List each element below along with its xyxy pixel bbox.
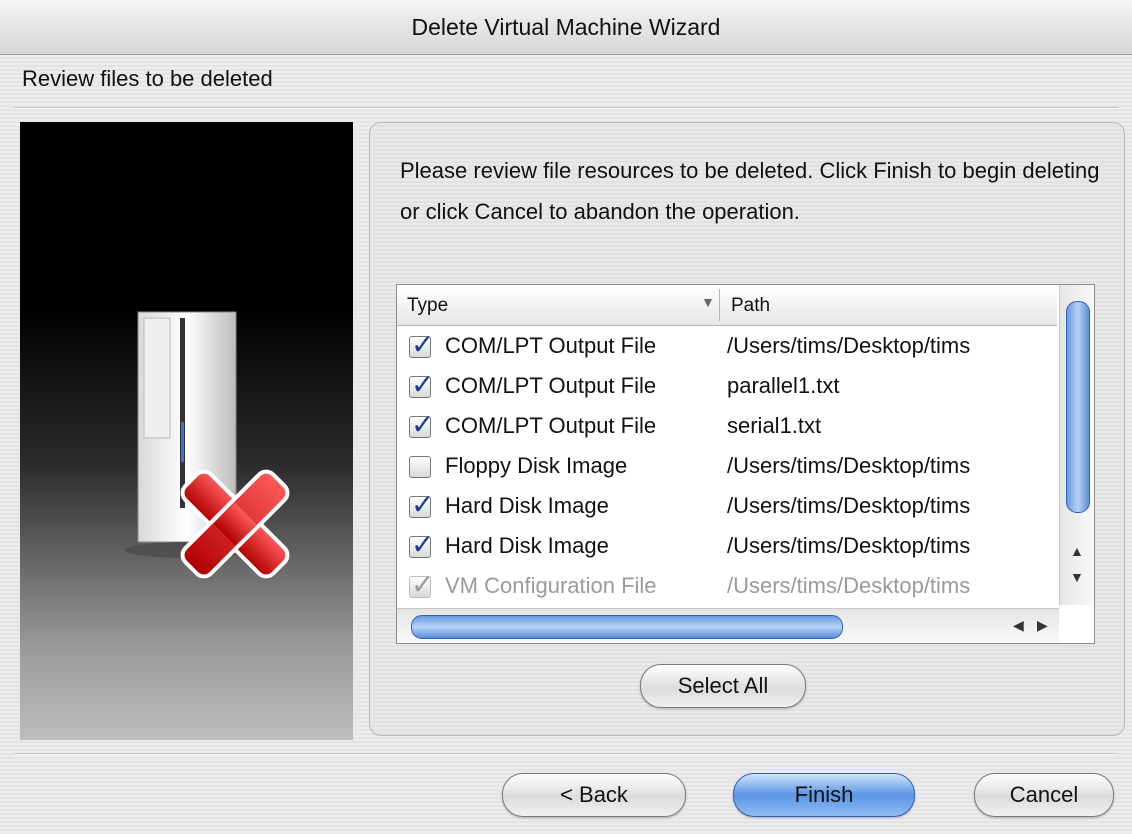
checkmark-icon: ✓ [411, 569, 435, 600]
row-type: Floppy Disk Image [445, 453, 628, 478]
checkmark-icon: ✓ [411, 529, 435, 560]
table-row[interactable]: ✓ COM/LPT Output File /Users/tims/Deskto… [397, 327, 1057, 367]
column-divider [719, 289, 720, 321]
table-header: Type ▼ Path [397, 285, 1057, 326]
table-rows: ✓ COM/LPT Output File /Users/tims/Deskto… [397, 327, 1057, 611]
row-type: Hard Disk Image [445, 493, 609, 518]
select-all-button[interactable]: Select All [640, 664, 806, 708]
row-path: /Users/tims/Desktop/tims [727, 533, 971, 558]
scroll-down-arrow-icon[interactable]: ▼ [1070, 569, 1084, 585]
instructions-text: Please review file resources to be delet… [400, 158, 1100, 224]
row-type: VM Configuration File [445, 573, 657, 598]
row-type: COM/LPT Output File [445, 373, 657, 398]
row-path: /Users/tims/Desktop/tims [727, 573, 971, 598]
scroll-up-arrow-icon[interactable]: ▲ [1070, 543, 1084, 559]
row-type: COM/LPT Output File [445, 333, 657, 358]
vertical-scrollbar[interactable]: ▲ ▼ [1059, 285, 1094, 605]
row-checkbox[interactable]: ✓ [409, 409, 434, 440]
row-path: serial1.txt [727, 413, 822, 438]
checkmark-icon: ✓ [411, 409, 435, 440]
table-row[interactable]: ✓ COM/LPT Output File parallel1.txt [397, 367, 1057, 407]
checkmark-icon: ✓ [411, 329, 435, 360]
row-path: parallel1.txt [727, 373, 840, 398]
table-row[interactable]: ✓ COM/LPT Output File serial1.txt [397, 407, 1057, 447]
title-bar: Delete Virtual Machine Wizard [0, 0, 1132, 55]
step-title: Review files to be deleted [22, 66, 273, 91]
table-row[interactable]: ✓ Hard Disk Image /Users/tims/Desktop/ti… [397, 487, 1057, 527]
horizontal-scroll-thumb[interactable] [411, 615, 843, 639]
row-path: /Users/tims/Desktop/tims [727, 333, 971, 358]
finish-button[interactable]: Finish [733, 773, 915, 817]
back-button[interactable]: < Back [502, 773, 686, 817]
window-title: Delete Virtual Machine Wizard [411, 13, 721, 40]
row-checkbox[interactable]: ✓ [409, 369, 434, 400]
vm-delete-icon [125, 311, 290, 579]
horizontal-scrollbar[interactable]: ◀ ▶ [397, 608, 1059, 643]
row-type: Hard Disk Image [445, 533, 609, 558]
scroll-left-arrow-icon[interactable]: ◀ [1013, 617, 1024, 634]
row-checkbox[interactable]: ✓ [409, 529, 434, 560]
row-path: /Users/tims/Desktop/tims [727, 453, 971, 478]
table-row[interactable]: ✓ Hard Disk Image /Users/tims/Desktop/ti… [397, 527, 1057, 567]
vertical-scroll-thumb[interactable] [1066, 301, 1090, 513]
row-checkbox[interactable]: ✓ [409, 329, 434, 360]
column-header-path[interactable]: Path [731, 295, 770, 317]
row-checkbox[interactable]: ✓ [409, 456, 431, 478]
row-path: /Users/tims/Desktop/tims [727, 493, 971, 518]
sort-arrow-icon[interactable]: ▼ [701, 294, 715, 310]
column-header-type[interactable]: Type [407, 295, 448, 317]
checkmark-icon: ✓ [411, 369, 435, 400]
row-checkbox: ✓ [409, 569, 434, 600]
table-row: ✓ VM Configuration File /Users/tims/Desk… [397, 567, 1057, 607]
row-type: COM/LPT Output File [445, 413, 657, 438]
file-list-table[interactable]: Type ▼ Path ✓ COM/LPT Output File /Users… [396, 284, 1095, 644]
cancel-button[interactable]: Cancel [974, 773, 1114, 817]
row-checkbox[interactable]: ✓ [409, 489, 434, 520]
table-row[interactable]: ✓ Floppy Disk Image /Users/tims/Desktop/… [397, 447, 1057, 487]
delete-vm-illustration [20, 122, 353, 740]
header-divider [14, 107, 1118, 109]
scroll-right-arrow-icon[interactable]: ▶ [1037, 617, 1048, 634]
checkmark-icon: ✓ [411, 489, 435, 520]
footer-divider [14, 753, 1118, 755]
